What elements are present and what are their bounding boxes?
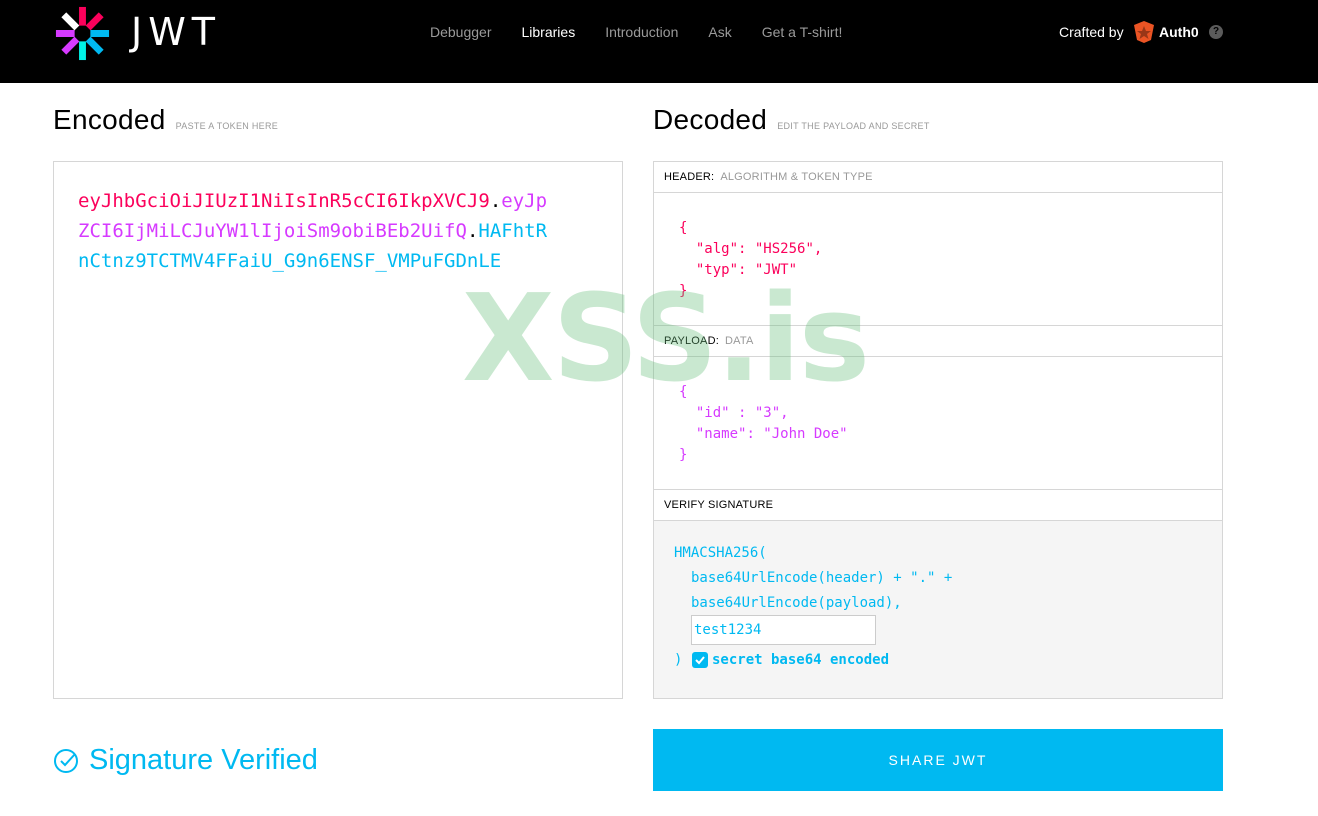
header-label: HEADER: <box>664 171 715 183</box>
verified-check-icon <box>54 748 78 773</box>
decoded-title: Decoded <box>653 104 768 135</box>
nav-libraries[interactable]: Libraries <box>522 24 576 40</box>
json-val-name: "John Doe" <box>763 426 848 442</box>
help-icon[interactable]: ? <box>1209 25 1223 39</box>
token-header-part: eyJhbGciOiJIUzI1NiIsInR5cCI6IkpXVCJ9 <box>78 190 490 212</box>
sig-payload-line: base64UrlEncode(payload), <box>691 595 902 611</box>
encoded-title: Encoded <box>53 104 166 135</box>
json-val-alg: "HS256" <box>754 241 814 257</box>
nav-introduction[interactable]: Introduction <box>605 24 678 40</box>
auth0-link[interactable]: Auth0 <box>1133 20 1199 44</box>
decoded-subtitle: EDIT THE PAYLOAD AND SECRET <box>777 121 930 131</box>
json-key-alg: "alg" <box>695 241 739 257</box>
nav-debugger[interactable]: Debugger <box>430 24 492 40</box>
sig-close-paren: ) <box>674 652 683 668</box>
crafted-by-label: Crafted by <box>1059 24 1124 40</box>
verify-signature-body: HMACSHA256( base64UrlEncode(header) + ".… <box>654 521 1222 698</box>
encoded-subtitle: PASTE A TOKEN HERE <box>175 121 279 131</box>
verify-section-title: VERIFY SIGNATURE <box>654 490 1222 521</box>
token-dot: . <box>466 220 479 242</box>
verify-label: VERIFY SIGNATURE <box>664 499 774 511</box>
jwt-star-icon <box>55 6 110 61</box>
secret-base64-checkbox[interactable] <box>692 652 708 668</box>
secret-base64-label[interactable]: secret base64 encoded <box>712 652 889 668</box>
checkmark-icon <box>695 656 705 665</box>
main-nav: Debugger Libraries Introduction Ask Get … <box>430 24 872 40</box>
header-section-title: HEADER: ALGORITHM & TOKEN TYPE <box>654 162 1222 193</box>
top-navbar: JWT Debugger Libraries Introduction Ask … <box>0 0 1318 83</box>
decoded-heading: Decoded EDIT THE PAYLOAD AND SECRET <box>653 104 930 136</box>
encoded-token[interactable]: eyJhbGciOiJIUzI1NiIsInR5cCI6IkpXVCJ9.eyJ… <box>78 186 553 276</box>
sig-header-line: base64UrlEncode(header) + "." + <box>691 570 953 586</box>
encoded-heading: Encoded PASTE A TOKEN HERE <box>53 104 278 136</box>
json-key-name: "name" <box>695 426 747 442</box>
token-dot: . <box>489 190 502 212</box>
jwt-logo[interactable]: JWT <box>53 4 233 62</box>
nav-tshirt[interactable]: Get a T-shirt! <box>762 24 843 40</box>
share-jwt-button[interactable]: SHARE JWT <box>653 729 1223 791</box>
sig-hmac-line: HMACSHA256( <box>674 545 767 561</box>
header-desc: ALGORITHM & TOKEN TYPE <box>720 171 873 183</box>
decoded-panel: HEADER: ALGORITHM & TOKEN TYPE { "alg": … <box>653 161 1223 699</box>
signature-status: Signature Verified <box>53 744 318 777</box>
auth0-shield-icon <box>1134 21 1154 43</box>
logo-text: JWT <box>131 10 221 54</box>
nav-ask[interactable]: Ask <box>708 24 731 40</box>
auth0-label: Auth0 <box>1159 24 1199 40</box>
watermark: XSS.is <box>462 270 870 409</box>
encoded-token-editor[interactable]: eyJhbGciOiJIUzI1NiIsInR5cCI6IkpXVCJ9.eyJ… <box>53 161 623 699</box>
secret-input[interactable] <box>691 615 876 645</box>
signature-verified-label: Signature Verified <box>89 744 318 776</box>
